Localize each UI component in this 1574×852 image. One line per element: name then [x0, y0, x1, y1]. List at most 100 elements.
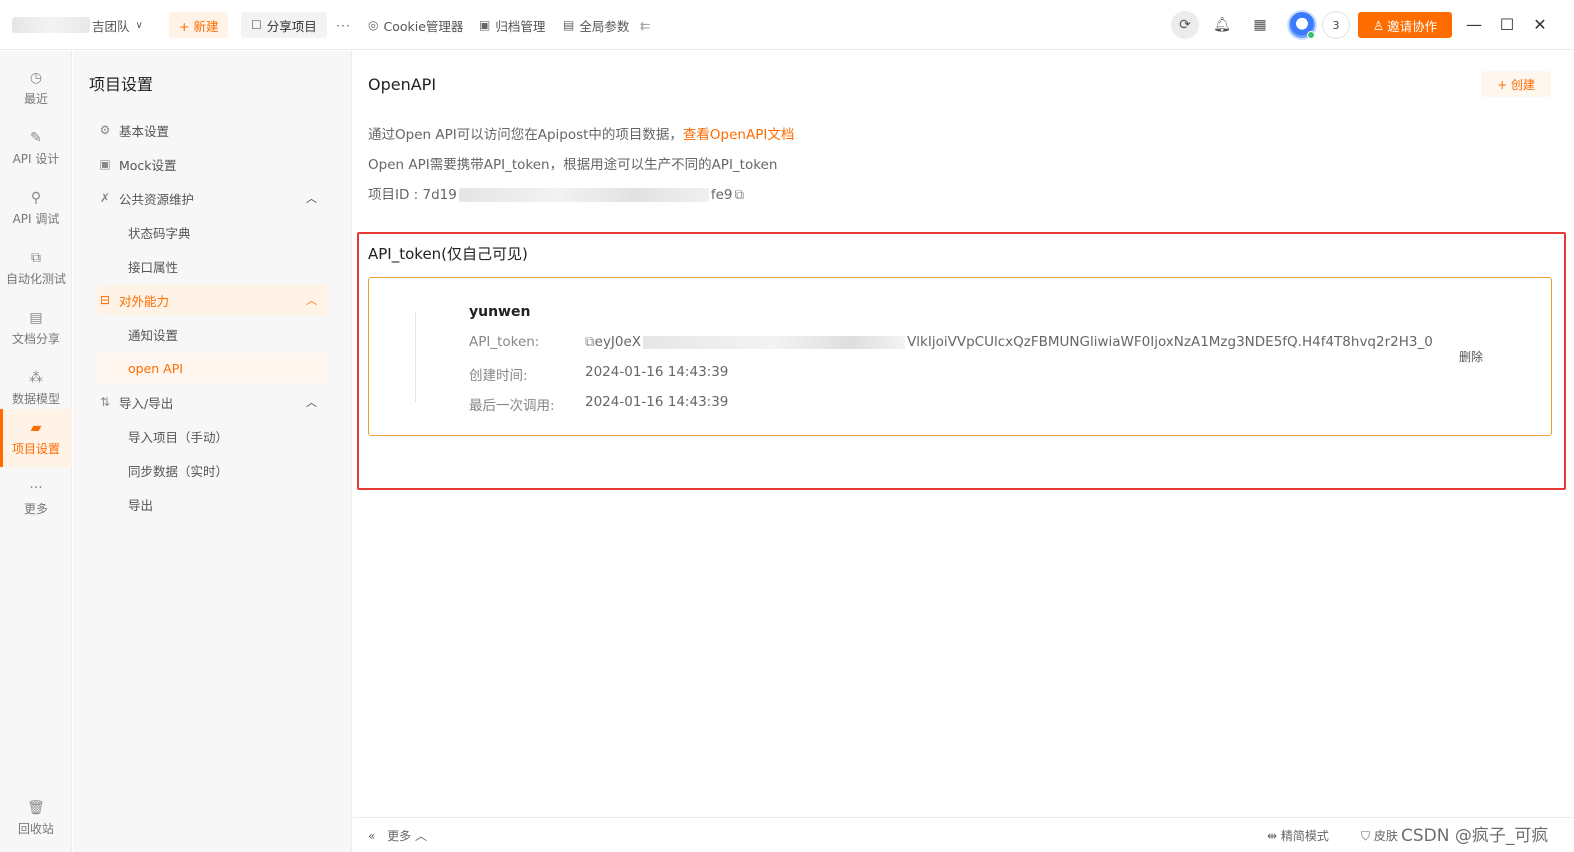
share-screen-icon: ⊟ — [99, 293, 111, 307]
delete-token-button[interactable]: 删除 — [1459, 348, 1483, 365]
menu-import-manual[interactable]: 导入项目（手动） — [97, 421, 327, 451]
menu-import-export-label: 导入/导出 — [119, 395, 174, 411]
archive-manager-button[interactable]: ▣ 归档管理 — [479, 0, 545, 50]
description-line-2: Open API需要携带API_token，根据用途可以生产不同的API_tok… — [368, 157, 778, 173]
nav-project-settings[interactable]: ▰ 项目设置 — [0, 409, 72, 467]
settings-menu: 项目设置 ⚙ 基本设置 ▣ Mock设置 ✗ 公共资源维护 ︿ 状态码字典 接口… — [73, 51, 352, 852]
menu-import-export[interactable]: ⇅ 导入/导出 ︿ — [97, 387, 327, 417]
more-menu-button[interactable]: ··· — [336, 0, 351, 50]
bell-icon[interactable]: 🔔︎ — [1208, 11, 1236, 39]
created-label: 创建时间: — [469, 368, 528, 384]
openapi-doc-link[interactable]: 查看OpenAPI文档 — [683, 127, 794, 143]
nav-api-design[interactable]: ✎ API 设计 — [0, 119, 72, 177]
token-label: API_token: — [469, 334, 540, 350]
skin-button[interactable]: ⛉ 皮肤 — [1361, 827, 1398, 844]
menu-open-api[interactable]: open API — [97, 353, 327, 383]
params-icon: ▤ — [563, 18, 575, 32]
minimize-icon[interactable]: — — [1464, 14, 1484, 34]
project-id-label: 项目ID : 7d19 — [368, 187, 457, 203]
compact-mode-toggle[interactable]: ⇹ 精简模式 — [1267, 827, 1329, 844]
archive-manager-label: 归档管理 — [495, 18, 546, 34]
watermark: CSDN @疯子_可疯 — [1401, 826, 1549, 846]
compact-icon: ⇹ — [1267, 829, 1278, 843]
token-name: yunwen — [469, 304, 531, 320]
nav-more[interactable]: ··· 更多 — [0, 469, 72, 527]
menu-status-codes[interactable]: 状态码字典 — [97, 217, 327, 247]
online-count-badge[interactable]: 3 — [1322, 11, 1350, 39]
menu-public-resources-label: 公共资源维护 — [119, 191, 195, 207]
flow-icon: ⧉ — [31, 249, 41, 266]
menu-api-attributes[interactable]: 接口属性 — [97, 251, 327, 281]
chevron-down-icon: ∨ — [135, 19, 143, 31]
token-value[interactable]: ⧉eyJ0eX VlkIjoiVVpCUlcxQzFBMUNGliwiaWF0Ij… — [585, 334, 1445, 350]
create-token-button[interactable]: + 创建 — [1481, 71, 1551, 97]
nav-automation-test[interactable]: ⧉ 自动化测试 — [0, 239, 72, 297]
menu-basic-settings[interactable]: ⚙ 基本设置 — [97, 115, 327, 145]
menu-public-resources[interactable]: ✗ 公共资源维护 ︿ — [97, 183, 327, 213]
token-prefix: eyJ0eX — [594, 334, 642, 350]
notes-icon[interactable]: ▦ — [1246, 11, 1274, 39]
chevron-up-icon: ︿ — [306, 396, 317, 409]
chevron-up-icon: ︿ — [306, 192, 317, 205]
top-bar: 吉团队 ∨ + 新建 ☐ 分享项目 ··· ◎ Cookie管理器 ▣ 归档管理… — [0, 0, 1574, 50]
chevron-up-icon: ︿ — [415, 829, 428, 843]
double-chevron-left-icon: « — [368, 829, 376, 843]
nav-trash[interactable]: 🗑︎ 回收站 — [0, 789, 72, 847]
sync-icon[interactable]: ⟳ — [1171, 11, 1199, 39]
project-id-tail: fe9 — [710, 187, 733, 203]
nav-data-model-label: 数据模型 — [11, 391, 60, 406]
import-export-icon: ⇅ — [99, 395, 111, 409]
more-dots-icon: ··· — [29, 479, 43, 496]
compact-mode-label: 精简模式 — [1280, 829, 1329, 843]
status-bar: « 更多 ︿ ⇹ 精简模式 ⛉ 皮肤 CSDN @疯子_可疯 — [353, 817, 1574, 852]
model-icon: ⁂ — [29, 369, 43, 386]
project-id-row: 项目ID : 7d19 fe9 ⧉ — [368, 183, 744, 203]
nav-project-settings-label: 项目设置 — [11, 441, 60, 456]
document-icon: ▤ — [29, 309, 43, 326]
project-id-blur — [458, 188, 709, 202]
maximize-icon[interactable]: ☐ — [1497, 14, 1517, 34]
menu-mock-settings-label: Mock设置 — [119, 157, 177, 173]
menu-export[interactable]: 导出 — [97, 489, 327, 519]
page-title: OpenAPI — [368, 75, 437, 94]
menu-notifications[interactable]: 通知设置 — [97, 319, 327, 349]
footer-more-button[interactable]: « 更多 ︿ — [368, 827, 427, 844]
close-icon[interactable]: ✕ — [1530, 14, 1550, 34]
token-card: yunwen API_token: ⧉eyJ0eX VlkIjoiVVpCUlcx… — [368, 277, 1552, 436]
edit-icon: ✎ — [30, 129, 42, 146]
collapse-icon[interactable]: ⇇ — [640, 0, 650, 50]
token-section-title: API_token(仅自己可见) — [368, 245, 528, 263]
archive-icon: ▣ — [479, 18, 491, 32]
new-button[interactable]: + 新建 — [169, 12, 229, 38]
nav-doc-share-label: 文档分享 — [11, 331, 60, 346]
menu-basic-settings-label: 基本设置 — [119, 123, 170, 139]
nav-doc-share[interactable]: ▤ 文档分享 — [0, 299, 72, 357]
trash-icon: 🗑︎ — [27, 799, 45, 816]
mock-icon: ▣ — [99, 157, 111, 171]
team-switcher[interactable]: 吉团队 ∨ — [12, 0, 143, 50]
menu-mock-settings[interactable]: ▣ Mock设置 — [97, 149, 327, 179]
share-project-label: 分享项目 — [266, 18, 317, 34]
nav-recent[interactable]: ◷ 最近 — [0, 59, 72, 117]
menu-sync-data[interactable]: 同步数据（实时） — [97, 455, 327, 485]
gear-icon: ⚙ — [99, 123, 111, 137]
created-value: 2024-01-16 14:43:39 — [585, 364, 729, 380]
menu-external-capability-label: 对外能力 — [119, 293, 170, 309]
invite-label: 邀请协作 — [1387, 18, 1438, 34]
global-params-button[interactable]: ▤ 全局参数 — [563, 0, 629, 50]
team-name-blur — [12, 17, 90, 33]
copy-icon[interactable]: ⧉ — [735, 187, 745, 203]
nav-api-debug[interactable]: ⚲ API 调试 — [0, 179, 72, 237]
description-text-1: 通过Open API可以访问您在Apipost中的项目数据， — [368, 127, 683, 143]
settings-title: 项目设置 — [89, 75, 154, 94]
share-project-button[interactable]: ☐ 分享项目 — [241, 12, 327, 38]
copy-icon[interactable]: ⧉ — [585, 334, 595, 350]
invite-collaborate-button[interactable]: ♙ 邀请协作 — [1358, 12, 1452, 38]
cookie-icon: ◎ — [368, 18, 379, 32]
description-line-1: 通过Open API可以访问您在Apipost中的项目数据，查看OpenAPI文… — [368, 123, 794, 143]
token-blur — [643, 335, 906, 349]
menu-external-capability[interactable]: ⊟ 对外能力 ︿ — [97, 285, 327, 315]
user-add-icon: ♙ — [1372, 17, 1385, 33]
clock-icon: ◷ — [29, 69, 43, 86]
cookie-manager-button[interactable]: ◎ Cookie管理器 — [368, 0, 463, 50]
